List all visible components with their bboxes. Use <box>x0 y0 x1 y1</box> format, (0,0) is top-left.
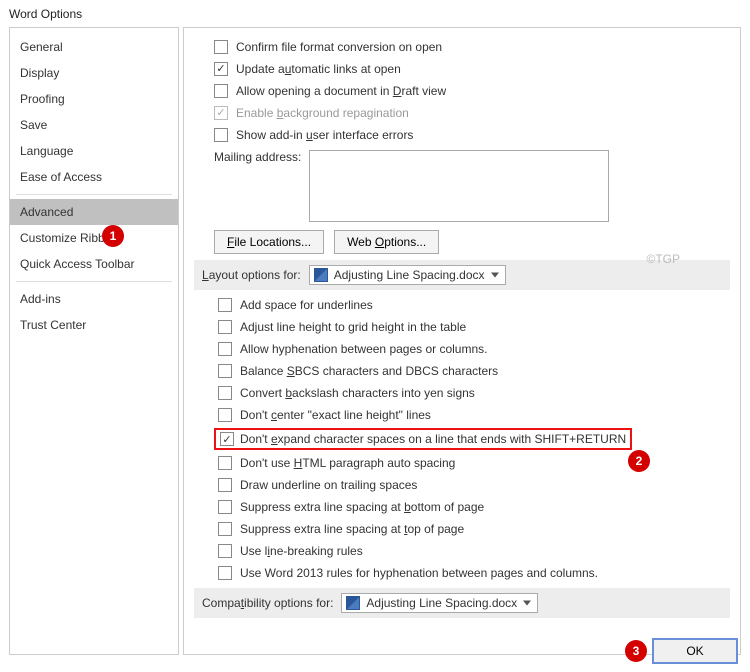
checkbox-icon[interactable] <box>214 62 228 76</box>
sidebar-item-add-ins[interactable]: Add-ins <box>10 286 178 312</box>
annotation-badge-2: 2 <box>628 450 650 472</box>
sidebar-item-ease-of-access[interactable]: Ease of Access <box>10 164 178 190</box>
checkbox-icon[interactable] <box>214 40 228 54</box>
option-adjust-line-height[interactable]: Adjust line height to grid height in the… <box>218 318 730 336</box>
option-label: Balance SBCS characters and DBCS charact… <box>240 362 498 380</box>
option-label: Confirm file format conversion on open <box>236 38 442 56</box>
web-options-button[interactable]: Web Options... <box>334 230 439 254</box>
checkbox-icon[interactable] <box>218 342 232 356</box>
watermark-text: ©TGP <box>646 252 680 266</box>
window-title: Word Options <box>1 1 749 27</box>
sidebar-item-advanced[interactable]: Advanced <box>10 199 178 225</box>
select-value: Adjusting Line Spacing.docx <box>334 268 485 282</box>
mailing-address-label: Mailing address: <box>214 150 301 164</box>
option-label: Use Word 2013 rules for hyphenation betw… <box>240 564 598 582</box>
checkbox-icon[interactable] <box>218 522 232 536</box>
option-draw-underline-trailing[interactable]: Draw underline on trailing spaces <box>218 476 730 494</box>
sidebar-item-save[interactable]: Save <box>10 112 178 138</box>
sidebar-separator <box>16 281 172 282</box>
checkbox-icon[interactable] <box>220 432 234 446</box>
mailing-address-input[interactable] <box>309 150 609 222</box>
option-label: Adjust line height to grid height in the… <box>240 318 466 336</box>
sidebar: General Display Proofing Save Language E… <box>9 27 179 655</box>
sidebar-item-trust-center[interactable]: Trust Center <box>10 312 178 338</box>
option-label: Suppress extra line spacing at top of pa… <box>240 520 464 538</box>
option-suppress-spacing-top[interactable]: Suppress extra line spacing at top of pa… <box>218 520 730 538</box>
sidebar-item-language[interactable]: Language <box>10 138 178 164</box>
content-panel: Confirm file format conversion on open U… <box>183 27 741 655</box>
option-label: Show add-in user interface errors <box>236 126 413 144</box>
checkbox-icon[interactable] <box>218 544 232 558</box>
checkbox-icon[interactable] <box>218 456 232 470</box>
option-word-2013-hyphenation[interactable]: Use Word 2013 rules for hyphenation betw… <box>218 564 730 582</box>
checkbox-icon <box>214 106 228 120</box>
checkbox-icon[interactable] <box>218 566 232 580</box>
checkbox-icon[interactable] <box>214 84 228 98</box>
option-suppress-spacing-bottom[interactable]: Suppress extra line spacing at bottom of… <box>218 498 730 516</box>
option-label: Add space for underlines <box>240 296 373 314</box>
option-allow-hyphenation[interactable]: Allow hyphenation between pages or colum… <box>218 340 730 358</box>
option-label: Allow opening a document in Draft view <box>236 82 446 100</box>
option-label: Allow hyphenation between pages or colum… <box>240 340 488 358</box>
option-label: Use line-breaking rules <box>240 542 363 560</box>
option-label: Don't expand character spaces on a line … <box>240 432 626 446</box>
option-label: Convert backslash characters into yen si… <box>240 384 475 402</box>
checkbox-icon[interactable] <box>214 128 228 142</box>
option-update-automatic-links[interactable]: Update automatic links at open <box>214 60 730 78</box>
section-label: Layout options for: <box>202 268 301 282</box>
checkbox-icon[interactable] <box>218 298 232 312</box>
select-value: Adjusting Line Spacing.docx <box>366 596 517 610</box>
option-label: Don't use HTML paragraph auto spacing <box>240 454 455 472</box>
sidebar-item-proofing[interactable]: Proofing <box>10 86 178 112</box>
annotation-badge-1: 1 <box>102 225 124 247</box>
option-allow-draft-view[interactable]: Allow opening a document in Draft view <box>214 82 730 100</box>
checkbox-icon[interactable] <box>218 364 232 378</box>
option-enable-background-repagination: Enable background repagination <box>214 104 730 122</box>
word-document-icon <box>346 596 360 610</box>
annotation-badge-3: 3 <box>625 640 647 662</box>
sidebar-item-general[interactable]: General <box>10 34 178 60</box>
option-confirm-file-format[interactable]: Confirm file format conversion on open <box>214 38 730 56</box>
layout-options-document-select[interactable]: Adjusting Line Spacing.docx <box>309 265 506 285</box>
option-dont-center-exact[interactable]: Don't center "exact line height" lines <box>218 406 730 424</box>
option-balance-sbcs-dbcs[interactable]: Balance SBCS characters and DBCS charact… <box>218 362 730 380</box>
option-dont-use-html-spacing[interactable]: Don't use HTML paragraph auto spacing <box>218 454 730 472</box>
option-label: Draw underline on trailing spaces <box>240 476 417 494</box>
section-label: Compatibility options for: <box>202 596 333 610</box>
option-label: Suppress extra line spacing at bottom of… <box>240 498 484 516</box>
compatibility-options-section: Compatibility options for: Adjusting Lin… <box>194 588 730 618</box>
file-locations-button[interactable]: File Locations... <box>214 230 324 254</box>
option-use-line-breaking-rules[interactable]: Use line-breaking rules <box>218 542 730 560</box>
option-show-addin-errors[interactable]: Show add-in user interface errors <box>214 126 730 144</box>
option-add-space-underlines[interactable]: Add space for underlines <box>218 296 730 314</box>
sidebar-separator <box>16 194 172 195</box>
checkbox-icon[interactable] <box>218 386 232 400</box>
sidebar-item-customize-ribbon[interactable]: Customize Ribbon <box>10 225 178 251</box>
sidebar-item-quick-access-toolbar[interactable]: Quick Access Toolbar <box>10 251 178 277</box>
sidebar-item-display[interactable]: Display <box>10 60 178 86</box>
option-label: Enable background repagination <box>236 104 409 122</box>
ok-button[interactable]: OK <box>652 638 738 664</box>
checkbox-icon[interactable] <box>218 408 232 422</box>
checkbox-icon[interactable] <box>218 320 232 334</box>
checkbox-icon[interactable] <box>218 500 232 514</box>
word-document-icon <box>314 268 328 282</box>
option-convert-backslash-yen[interactable]: Convert backslash characters into yen si… <box>218 384 730 402</box>
option-label: Update automatic links at open <box>236 60 401 78</box>
option-label: Don't center "exact line height" lines <box>240 406 431 424</box>
option-dont-expand-character-spaces[interactable]: Don't expand character spaces on a line … <box>214 428 632 450</box>
checkbox-icon[interactable] <box>218 478 232 492</box>
compatibility-document-select[interactable]: Adjusting Line Spacing.docx <box>341 593 538 613</box>
